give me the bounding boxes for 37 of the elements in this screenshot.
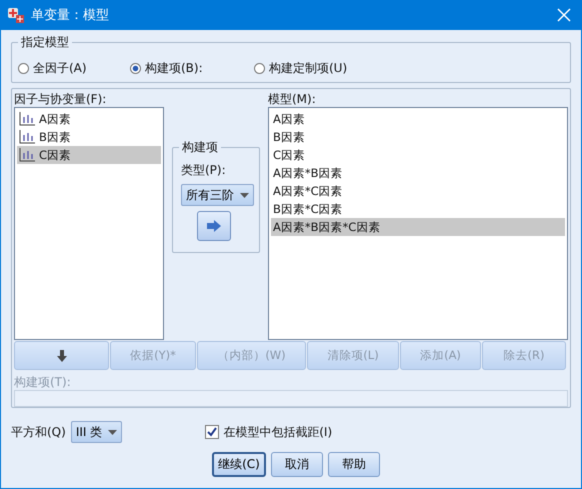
list-item[interactable]: C因素 bbox=[39, 148, 72, 162]
close-icon[interactable] bbox=[557, 8, 571, 22]
app-icon bbox=[7, 6, 25, 24]
move-button[interactable] bbox=[197, 211, 231, 241]
list-item[interactable]: C因素 bbox=[273, 148, 306, 162]
caret-icon bbox=[108, 430, 118, 434]
caret-icon bbox=[240, 192, 249, 198]
type-dropdown[interactable]: 所有三阶 bbox=[181, 184, 254, 206]
group-legend: 指定模型 bbox=[18, 35, 72, 49]
list-item[interactable]: B因素 bbox=[39, 130, 71, 144]
intercept-checkbox[interactable]: 在模型中包括截距(I) bbox=[205, 424, 332, 440]
group-legend: 构建项 bbox=[179, 140, 221, 154]
list-item[interactable]: B因素 bbox=[273, 130, 305, 144]
list-item[interactable]: B因素*C因素 bbox=[273, 202, 343, 216]
scale-icon bbox=[19, 112, 35, 126]
right-arrow-icon bbox=[207, 220, 221, 232]
list-item[interactable]: A因素 bbox=[39, 112, 71, 126]
field-label: 构建项(T): bbox=[14, 374, 72, 390]
list-item[interactable]: A因素*B因素 bbox=[273, 166, 343, 180]
list-item[interactable]: A因素 bbox=[273, 112, 305, 126]
field-label: 类型(P): bbox=[181, 162, 226, 179]
scale-icon bbox=[19, 148, 35, 162]
dialog-button[interactable]: 继续(C) bbox=[212, 452, 266, 477]
radio-option[interactable]: 全因子(A) bbox=[18, 60, 130, 77]
list-label: 模型(M): bbox=[268, 91, 317, 107]
terms-field[interactable] bbox=[14, 390, 568, 407]
list-label: 因子与协变量(F): bbox=[14, 91, 108, 107]
sum-of-squares-dropdown[interactable]: III 类 bbox=[70, 421, 122, 443]
window-title: 单变量：模型 bbox=[31, 7, 110, 24]
field-label: 平方和(Q) bbox=[11, 424, 66, 440]
down-arrow-icon bbox=[56, 350, 66, 362]
radio-option[interactable]: 构建项(B): bbox=[130, 60, 254, 77]
list-item[interactable]: A因素*C因素 bbox=[273, 184, 343, 198]
radio-option[interactable]: 构建定制项(U) bbox=[254, 60, 348, 77]
dialog-button[interactable]: 帮助 bbox=[328, 452, 380, 477]
dialog-button[interactable]: 取消 bbox=[271, 452, 323, 477]
scale-icon bbox=[19, 130, 35, 144]
